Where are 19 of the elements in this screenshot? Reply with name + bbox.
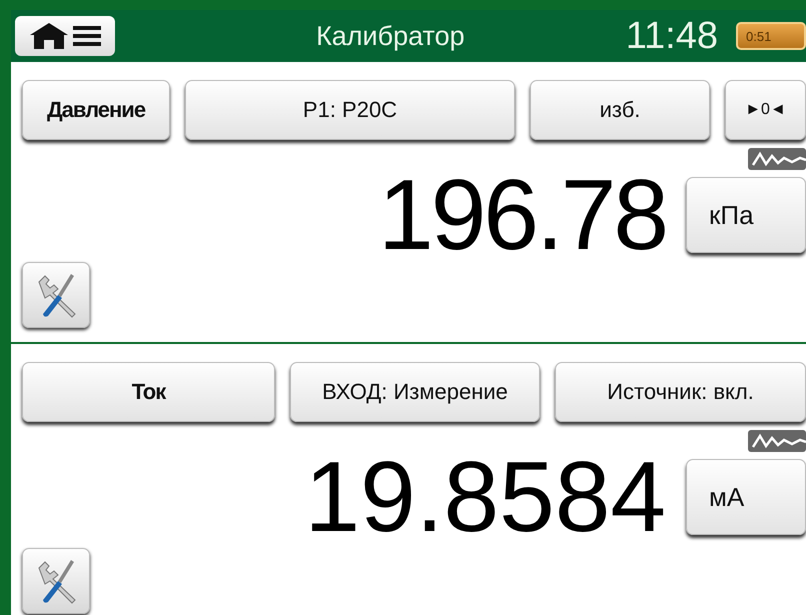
tools-button[interactable] <box>22 262 90 328</box>
quantity-button[interactable]: Ток <box>22 362 275 422</box>
window-title: Калибратор <box>315 20 466 52</box>
menu-icon <box>73 24 101 48</box>
home-icon <box>29 22 69 50</box>
option-button[interactable]: Источник: вкл. <box>555 362 806 422</box>
unit-button[interactable]: мА <box>686 459 806 535</box>
option-button[interactable]: изб. <box>530 80 710 140</box>
tools-button[interactable] <box>22 548 90 614</box>
measurement-value: 196.78 <box>378 165 666 265</box>
option-button[interactable]: ВХОД: Измерение <box>290 362 540 422</box>
battery-indicator: 0:51 <box>736 22 806 50</box>
home-menu-button[interactable] <box>15 16 115 56</box>
unit-button[interactable]: кПа <box>686 177 806 253</box>
zero-button[interactable]: ►0◄ <box>725 80 806 140</box>
option-button[interactable]: P1: P20C <box>185 80 515 140</box>
clock-time: 11:48 <box>626 14 718 58</box>
quantity-button[interactable]: Давление <box>22 80 170 140</box>
measurement-value: 19.8584 <box>304 447 666 547</box>
